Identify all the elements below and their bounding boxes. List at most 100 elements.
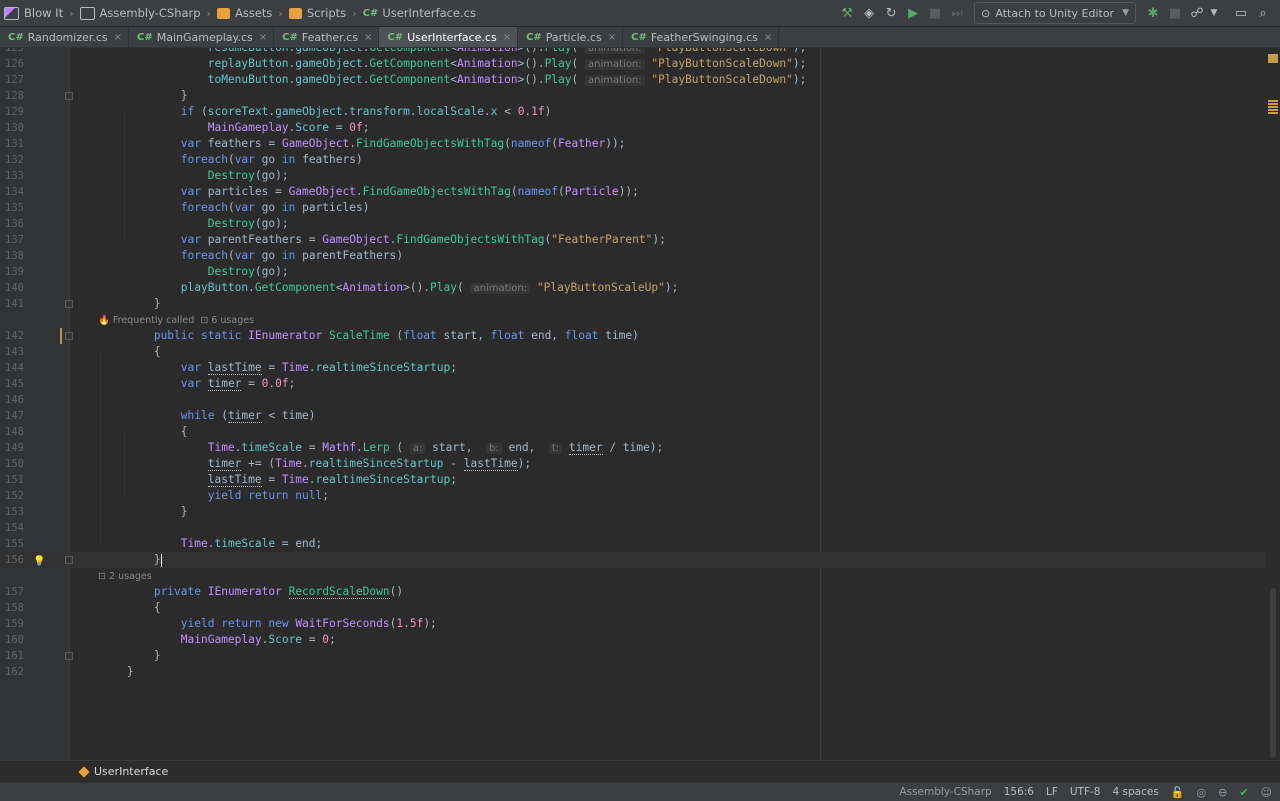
code-line[interactable]: 148 { (0, 424, 1266, 440)
code-line[interactable]: 151 lastTime = Time.realtimeSinceStartup… (0, 472, 1266, 488)
code-line[interactable]: 150 timer += (Time.realtimeSinceStartup … (0, 456, 1266, 472)
close-icon[interactable]: × (364, 32, 372, 43)
code-line[interactable]: 158 { (0, 600, 1266, 616)
code-line[interactable]: 140 playButton.GetComponent<Animation>()… (0, 280, 1266, 296)
stop-square-icon[interactable]: ■ (1164, 2, 1186, 24)
breadcrumb-item-project[interactable]: Blow It › (4, 6, 80, 20)
stripe-mark[interactable] (1268, 103, 1278, 105)
run-configuration-select[interactable]: ⊙ Attach to Unity Editor ▼ (974, 2, 1136, 24)
code-line[interactable]: 138 foreach(var go in parentFeathers) (0, 248, 1266, 264)
breadcrumb-item-scripts[interactable]: Scripts › (288, 6, 363, 20)
search-icon[interactable]: ⌕ (1252, 2, 1274, 24)
code-line[interactable]: 130 MainGameplay.Score = 0f; (0, 120, 1266, 136)
code-line[interactable]: 135 foreach(var go in particles) (0, 200, 1266, 216)
status-indent[interactable]: 4 spaces (1112, 786, 1158, 798)
code-line[interactable]: 126 replayButton.gameObject.GetComponent… (0, 56, 1266, 72)
code-line[interactable]: 155 Time.timeScale = end; (0, 536, 1266, 552)
code-line[interactable]: 129 if (scoreText.gameObject.transform.l… (0, 104, 1266, 120)
window-layout-icon[interactable]: ▭ (1230, 2, 1252, 24)
close-icon[interactable]: × (259, 32, 267, 43)
code-text: var feathers = GameObject.FindGameObject… (180, 137, 626, 150)
lens-usages[interactable]: 6 usages (211, 315, 254, 326)
close-icon[interactable]: × (503, 32, 511, 43)
close-icon[interactable]: × (608, 32, 616, 43)
close-icon[interactable]: × (114, 32, 122, 43)
stripe-mark[interactable] (1268, 106, 1278, 108)
code-line[interactable]: 128 } (0, 88, 1266, 104)
chevron-down-icon[interactable]: ▼ (1208, 2, 1220, 24)
unity-logo-icon[interactable]: ◈ (858, 2, 880, 24)
code-line[interactable]: 142 public static IEnumerator ScaleTime … (0, 328, 1266, 344)
stop-icon[interactable]: ■ (924, 2, 946, 24)
code-line[interactable]: 159 yield return new WaitForSeconds(1.5f… (0, 616, 1266, 632)
code-line[interactable]: 125 resumeButton.gameObject.GetComponent… (0, 48, 1266, 56)
breadcrumb-item-assets[interactable]: Assets › (216, 6, 289, 20)
code-line[interactable]: 143 { (0, 344, 1266, 360)
scrollbar-thumb[interactable] (1270, 588, 1276, 758)
stripe-mark[interactable] (1268, 109, 1278, 111)
code-line[interactable]: 144 var lastTime = Time.realtimeSinceSta… (0, 360, 1266, 376)
code-line[interactable]: 152 yield return null; (0, 488, 1266, 504)
code-line[interactable]: 131 var feathers = GameObject.FindGameOb… (0, 136, 1266, 152)
memory-icon[interactable]: ⊖ (1218, 786, 1227, 799)
coverage-icon[interactable]: ☍ (1186, 2, 1208, 24)
code-line[interactable]: 153 } (0, 504, 1266, 520)
tab-maingameplay[interactable]: C# MainGameplay.cs × (129, 27, 275, 47)
code-line[interactable]: 161 } (0, 648, 1266, 664)
fold-marker-icon[interactable] (65, 652, 73, 660)
breadcrumb-item-file[interactable]: C# UserInterface.cs (363, 6, 476, 20)
code-line[interactable]: 147 while (timer < time) (0, 408, 1266, 424)
status-project[interactable]: Assembly-CSharp (899, 786, 991, 798)
code-line[interactable]: 133 Destroy(go); (0, 168, 1266, 184)
code-lens[interactable]: ⊡ 2 usages (98, 569, 152, 585)
fold-marker-icon[interactable] (65, 332, 73, 340)
code-line[interactable]: 127 toMenuButton.gameObject.GetComponent… (0, 72, 1266, 88)
step-icon[interactable]: ⏭ (946, 2, 968, 24)
tab-userinterface[interactable]: C# UserInterface.cs × (379, 27, 519, 47)
stripe-mark[interactable] (1268, 112, 1278, 114)
code-line[interactable]: 162 } (0, 664, 1266, 680)
unity-connection-icon[interactable]: ◎ (1196, 786, 1206, 799)
code-line[interactable]: 157 private IEnumerator RecordScaleDown(… (0, 584, 1266, 600)
code-editor[interactable]: 125 resumeButton.gameObject.GetComponent… (0, 48, 1280, 760)
code-line[interactable]: 139 Destroy(go); (0, 264, 1266, 280)
lightbulb-icon[interactable]: 💡 (33, 554, 45, 570)
text-caret (160, 553, 162, 567)
code-line[interactable]: 134 var particles = GameObject.FindGameO… (0, 184, 1266, 200)
code-line[interactable]: 137 var parentFeathers = GameObject.Find… (0, 232, 1266, 248)
user-icon[interactable]: ☺ (1261, 786, 1272, 799)
code-line-current[interactable]: 156 💡 } (0, 552, 1266, 568)
tab-featherswinging[interactable]: C# FeatherSwinging.cs × (623, 27, 780, 47)
status-line-ending[interactable]: LF (1046, 786, 1058, 798)
fold-marker-icon[interactable] (65, 92, 73, 100)
tab-feather[interactable]: C# Feather.cs × (274, 27, 380, 47)
code-line[interactable]: 145 var timer = 0.0f; (0, 376, 1266, 392)
code-line[interactable]: 149 Time.timeScale = Mathf.Lerp ( a: sta… (0, 440, 1266, 456)
code-line[interactable]: 132 foreach(var go in feathers) (0, 152, 1266, 168)
run-icon[interactable]: ▶ (902, 2, 924, 24)
navbar-item-class[interactable]: UserInterface (78, 765, 168, 778)
code-line[interactable]: 136 Destroy(go); (0, 216, 1266, 232)
code-lens[interactable]: 🔥 Frequently called ⊡ 6 usages (98, 313, 254, 329)
build-hammer-icon[interactable]: ⚒ (836, 2, 858, 24)
close-icon[interactable]: × (764, 32, 772, 43)
stripe-mark[interactable] (1268, 100, 1278, 102)
lens-usages[interactable]: 2 usages (109, 571, 152, 582)
bug-icon[interactable]: ✱ (1142, 2, 1164, 24)
fold-marker-icon[interactable] (65, 300, 73, 308)
status-encoding[interactable]: UTF-8 (1070, 786, 1101, 798)
fold-marker-icon[interactable] (65, 556, 73, 564)
code-line[interactable]: 154 (0, 520, 1266, 536)
tab-randomizer[interactable]: C# Randomizer.cs × (0, 27, 130, 47)
code-line[interactable]: 141 } (0, 296, 1266, 312)
inspections-ok-icon[interactable]: ✔ (1239, 786, 1248, 799)
lock-icon[interactable]: 🔓 (1171, 786, 1185, 799)
warning-icon[interactable] (1268, 54, 1278, 63)
error-stripe[interactable] (1266, 48, 1280, 760)
status-caret-position[interactable]: 156:6 (1004, 786, 1034, 798)
tab-particle[interactable]: C# Particle.cs × (518, 27, 624, 47)
code-line[interactable]: 160 MainGameplay.Score = 0; (0, 632, 1266, 648)
refresh-icon[interactable]: ↻ (880, 2, 902, 24)
breadcrumb-item-assembly[interactable]: Assembly-CSharp › (79, 6, 217, 20)
code-line[interactable]: 146 (0, 392, 1266, 408)
